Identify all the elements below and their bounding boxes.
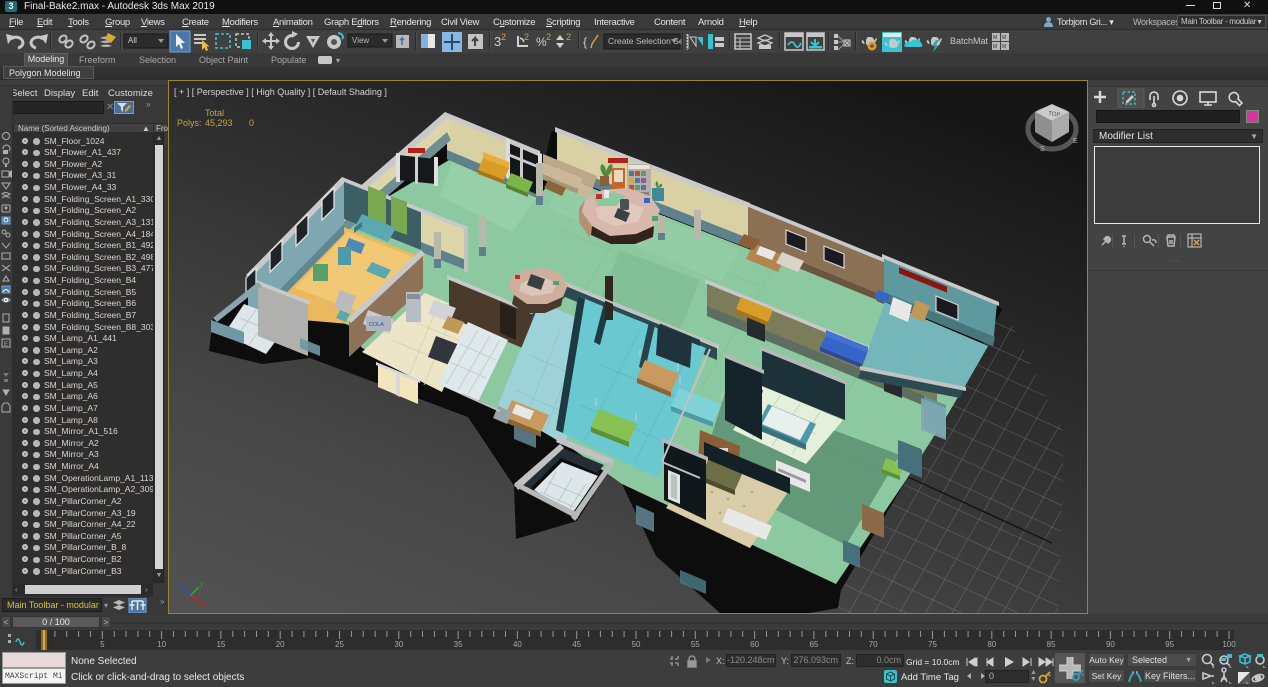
svg-text:5: 5 xyxy=(100,640,105,649)
svg-text:75: 75 xyxy=(928,640,937,649)
svg-text:{: { xyxy=(583,35,587,49)
svg-text:80: 80 xyxy=(987,640,996,649)
svg-text:100: 100 xyxy=(1222,640,1236,649)
svg-text:S: S xyxy=(1040,146,1045,153)
svg-text:[ + ] [ Perspective ] [ High Q: [ + ] [ Perspective ] [ High Quality ] [… xyxy=(174,87,387,97)
svg-text:45: 45 xyxy=(572,640,581,649)
svg-text:10: 10 xyxy=(157,640,166,649)
svg-text:y: y xyxy=(200,581,204,588)
svg-text:2: 2 xyxy=(501,32,506,42)
svg-text:M: M xyxy=(1002,35,1006,41)
svg-text:2: 2 xyxy=(546,32,551,42)
svg-text:40: 40 xyxy=(513,640,522,649)
svg-text:E: E xyxy=(4,342,8,348)
svg-text:z: z xyxy=(180,582,184,589)
svg-text:70: 70 xyxy=(869,640,878,649)
svg-text:Polys:: Polys: xyxy=(177,118,202,128)
svg-text:2: 2 xyxy=(524,32,529,42)
svg-text:0: 0 xyxy=(47,639,52,648)
svg-text:45,293: 45,293 xyxy=(205,118,233,128)
svg-text:85: 85 xyxy=(1047,640,1056,649)
svg-text:95: 95 xyxy=(1165,640,1174,649)
svg-text:2: 2 xyxy=(566,32,571,42)
svg-text:Total: Total xyxy=(205,108,224,118)
svg-text:65: 65 xyxy=(809,640,818,649)
svg-text:M: M xyxy=(1002,44,1006,50)
svg-text:90: 90 xyxy=(1106,640,1115,649)
svg-text:20: 20 xyxy=(276,640,285,649)
svg-text:50: 50 xyxy=(632,640,641,649)
svg-text:25: 25 xyxy=(335,640,344,649)
svg-text:15: 15 xyxy=(216,640,225,649)
svg-text:M: M xyxy=(993,35,997,41)
svg-text:COLA: COLA xyxy=(369,322,384,328)
svg-text:30: 30 xyxy=(394,640,403,649)
svg-text:Create Selection Se: Create Selection Se xyxy=(608,36,684,46)
svg-text:M: M xyxy=(993,44,997,50)
svg-text:View: View xyxy=(352,36,369,45)
svg-text:60: 60 xyxy=(750,640,759,649)
svg-text:E: E xyxy=(1073,138,1078,145)
svg-text:0: 0 xyxy=(249,118,254,128)
svg-text:x: x xyxy=(202,603,206,610)
svg-text:All: All xyxy=(128,36,137,45)
svg-text:35: 35 xyxy=(454,640,463,649)
svg-text:BatchMat: BatchMat xyxy=(950,36,989,46)
svg-text:55: 55 xyxy=(691,640,700,649)
